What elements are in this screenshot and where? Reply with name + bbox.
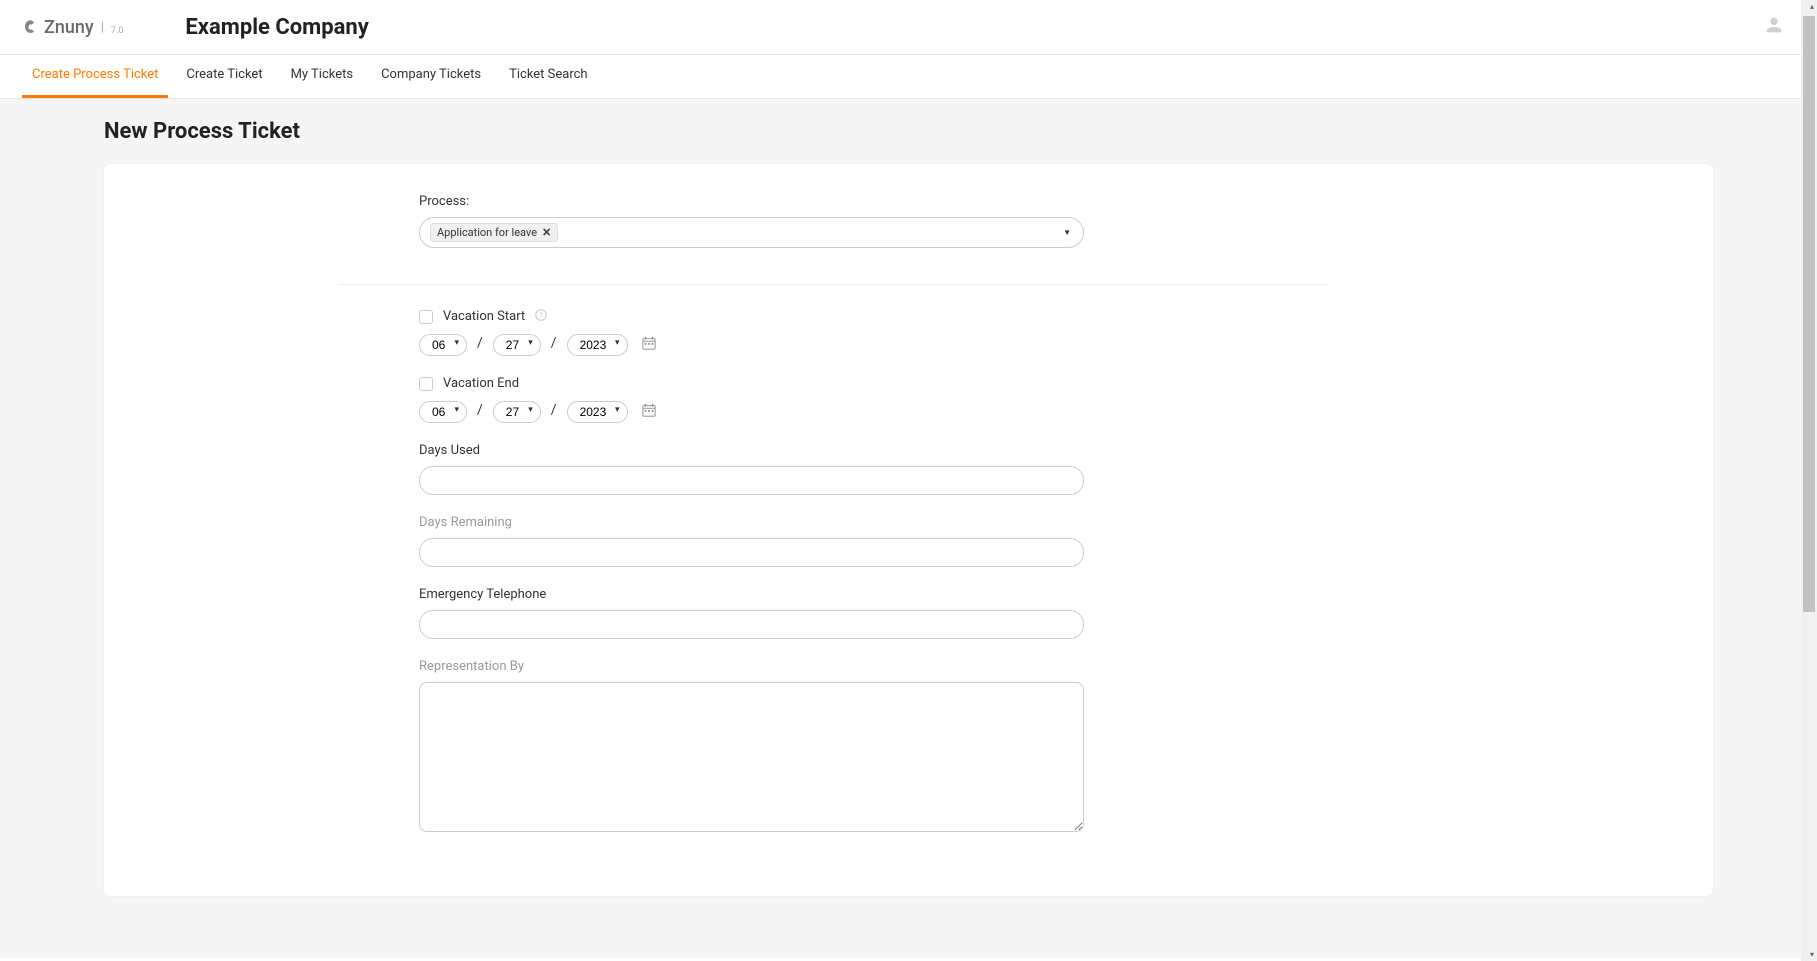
nav-my-tickets[interactable]: My Tickets — [281, 55, 364, 98]
process-chip-label: Application for leave — [437, 226, 537, 239]
date-separator: / — [477, 402, 483, 418]
process-chip: Application for leave ✕ — [430, 223, 558, 242]
dropdown-caret-icon: ▼ — [1063, 228, 1071, 237]
logo-text: Znuny — [44, 17, 94, 38]
vacation-start-month[interactable]: 06 — [419, 334, 467, 356]
scrollbar-thumb[interactable] — [1803, 16, 1815, 612]
vacation-end-year[interactable]: 2023 — [567, 401, 628, 423]
form-card: Process: Application for leave ✕ ▼ Vacat… — [104, 164, 1713, 896]
znuny-logo-icon — [22, 18, 40, 36]
vacation-end-checkbox[interactable] — [419, 377, 433, 391]
divider — [339, 284, 1329, 285]
vacation-start-year[interactable]: 2023 — [567, 334, 628, 356]
emergency-telephone-field: Emergency Telephone — [419, 587, 1249, 639]
process-label: Process: — [419, 194, 1249, 209]
representation-by-field: Representation By — [419, 659, 1249, 836]
logo-divider: | — [101, 20, 104, 35]
logo-area: Znuny | 7.0 — [22, 17, 123, 38]
nav-create-ticket[interactable]: Create Ticket — [176, 55, 272, 98]
days-used-label: Days Used — [419, 443, 1249, 458]
vacation-end-field: Vacation End 06 / 27 / 2023 — [419, 376, 1249, 423]
process-field: Process: Application for leave ✕ ▼ — [419, 194, 1249, 248]
vacation-start-label: Vacation Start — [443, 309, 525, 324]
avatar-icon — [1763, 25, 1785, 40]
nav-create-process-ticket[interactable]: Create Process Ticket — [22, 55, 168, 98]
scroll-down-icon[interactable]: ▾ — [1810, 950, 1814, 959]
page-title: New Process Ticket — [104, 119, 1817, 144]
vacation-end-month[interactable]: 06 — [419, 401, 467, 423]
scrollbar[interactable]: ▴ ▾ — [1801, 0, 1817, 961]
date-separator: / — [551, 402, 557, 418]
calendar-icon[interactable] — [642, 403, 656, 421]
logo-version: 7.0 — [111, 26, 124, 36]
vacation-start-day[interactable]: 27 — [493, 334, 541, 356]
page-body: New Process Ticket Process: Application … — [0, 99, 1817, 958]
vacation-end-day[interactable]: 27 — [493, 401, 541, 423]
vacation-end-label: Vacation End — [443, 376, 519, 391]
representation-by-label: Representation By — [419, 659, 1249, 674]
days-remaining-label: Days Remaining — [419, 515, 1249, 530]
svg-text:?: ? — [539, 311, 543, 320]
days-remaining-input[interactable] — [419, 538, 1084, 567]
days-used-input[interactable] — [419, 466, 1084, 495]
chip-remove-icon[interactable]: ✕ — [542, 226, 551, 239]
emergency-telephone-label: Emergency Telephone — [419, 587, 1249, 602]
days-used-field: Days Used — [419, 443, 1249, 495]
days-remaining-field: Days Remaining — [419, 515, 1249, 567]
header-bar: Znuny | 7.0 Example Company — [0, 0, 1817, 55]
process-select[interactable]: Application for leave ✕ ▼ — [419, 217, 1084, 248]
representation-by-input[interactable] — [419, 682, 1084, 832]
nav-bar: Create Process Ticket Create Ticket My T… — [0, 55, 1817, 99]
date-separator: / — [477, 335, 483, 351]
user-avatar[interactable] — [1763, 14, 1785, 40]
nav-ticket-search[interactable]: Ticket Search — [499, 55, 598, 98]
help-icon[interactable]: ? — [535, 309, 547, 324]
date-separator: / — [551, 335, 557, 351]
calendar-icon[interactable] — [642, 336, 656, 354]
form-inner: Process: Application for leave ✕ ▼ Vacat… — [419, 194, 1249, 836]
scroll-up-icon[interactable]: ▴ — [1810, 2, 1814, 11]
vacation-start-field: Vacation Start ? 06 / 27 / 2023 — [419, 309, 1249, 356]
company-name: Example Company — [185, 15, 368, 40]
nav-company-tickets[interactable]: Company Tickets — [371, 55, 491, 98]
emergency-telephone-input[interactable] — [419, 610, 1084, 639]
vacation-start-checkbox[interactable] — [419, 310, 433, 324]
